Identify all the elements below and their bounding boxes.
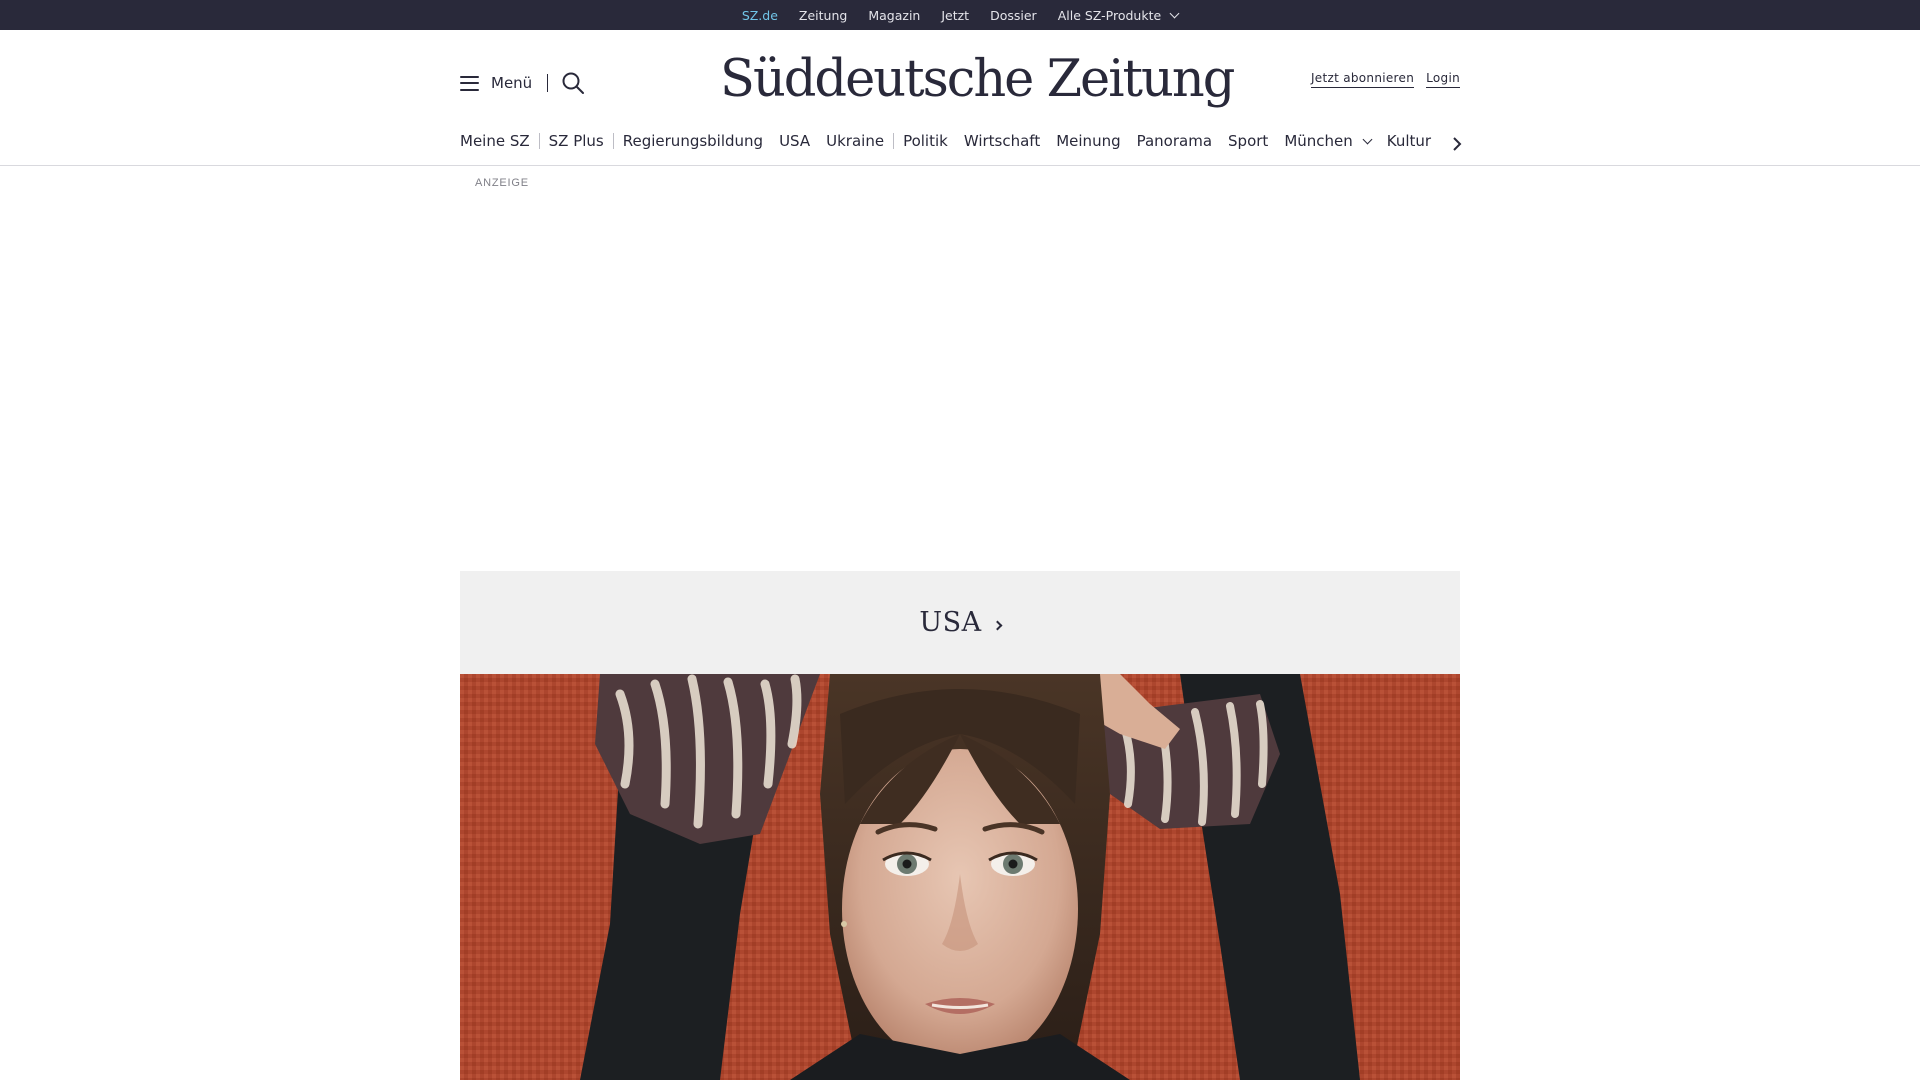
ad-label: ANZEIGE bbox=[475, 177, 529, 189]
section-link-usa[interactable]: USA bbox=[460, 571, 1460, 674]
nav-item-meinung[interactable]: Meinung bbox=[1056, 132, 1120, 150]
menu-label: Menü bbox=[491, 74, 533, 92]
all-products-label: Alle SZ-Produkte bbox=[1057, 7, 1162, 23]
chevron-down-icon bbox=[1169, 8, 1180, 18]
nav-item-meine-sz[interactable]: Meine SZ bbox=[460, 132, 530, 150]
nav-item-panorama[interactable]: Panorama bbox=[1137, 132, 1212, 150]
search-icon bbox=[562, 72, 584, 94]
chevron-right-icon bbox=[992, 620, 1003, 631]
product-link-dossier[interactable]: Dossier bbox=[990, 0, 1037, 30]
nav-divider bbox=[893, 133, 895, 149]
nav-item-politik[interactable]: Politik bbox=[903, 132, 948, 150]
section-title: USA bbox=[919, 607, 982, 638]
nav-item-muenchen[interactable]: München bbox=[1284, 132, 1373, 150]
product-link-magazin[interactable]: Magazin bbox=[868, 0, 920, 30]
nav-item-regierungsbildung[interactable]: Regierungsbildung bbox=[623, 132, 763, 150]
product-link-all-products[interactable]: Alle SZ-Produkte bbox=[1057, 0, 1180, 30]
nav-item-wirtschaft[interactable]: Wirtschaft bbox=[964, 132, 1040, 150]
login-link[interactable]: Login bbox=[1426, 71, 1460, 88]
nav-item-kultur[interactable]: Kultur bbox=[1387, 132, 1431, 150]
menu-button[interactable]: Menü bbox=[460, 70, 532, 96]
product-link-jetzt[interactable]: Jetzt bbox=[941, 0, 969, 30]
account-links: Jetzt abonnieren Login bbox=[1310, 71, 1460, 88]
search-button[interactable] bbox=[560, 70, 586, 96]
chevron-down-icon bbox=[1362, 134, 1373, 144]
product-bar: SZ.de Zeitung Magazin Jetzt Dossier Alle… bbox=[0, 0, 1920, 36]
main-nav: Meine SZ SZ Plus Regierungsbildung USA U… bbox=[460, 124, 1460, 158]
nav-item-ukraine[interactable]: Ukraine bbox=[826, 132, 884, 150]
subscribe-link[interactable]: Jetzt abonnieren bbox=[1310, 71, 1415, 88]
nav-item-muenchen-label: München bbox=[1284, 132, 1353, 150]
nav-item-sz-plus[interactable]: SZ Plus bbox=[549, 132, 604, 150]
product-link-zeitung[interactable]: Zeitung bbox=[799, 0, 847, 30]
site-logo[interactable]: Süddeutsche Zeitung bbox=[720, 50, 1235, 109]
nav-item-usa[interactable]: USA bbox=[779, 132, 810, 150]
product-link-sz-de[interactable]: SZ.de bbox=[742, 0, 778, 36]
portrait-photo bbox=[460, 674, 1460, 1080]
chevron-right-icon bbox=[1453, 137, 1462, 151]
nav-scroll-next-button[interactable] bbox=[1445, 132, 1469, 156]
nav-divider bbox=[612, 133, 614, 149]
hero-image[interactable] bbox=[460, 674, 1460, 1080]
nav-item-sport[interactable]: Sport bbox=[1228, 132, 1268, 150]
hamburger-icon bbox=[460, 75, 479, 91]
nav-divider bbox=[538, 133, 540, 149]
site-header: Menü Süddeutsche Zeitung Jetzt abonniere… bbox=[0, 30, 1920, 166]
product-links: SZ.de Zeitung Magazin Jetzt Dossier Alle… bbox=[0, 0, 1920, 36]
menu-divider bbox=[547, 74, 548, 92]
